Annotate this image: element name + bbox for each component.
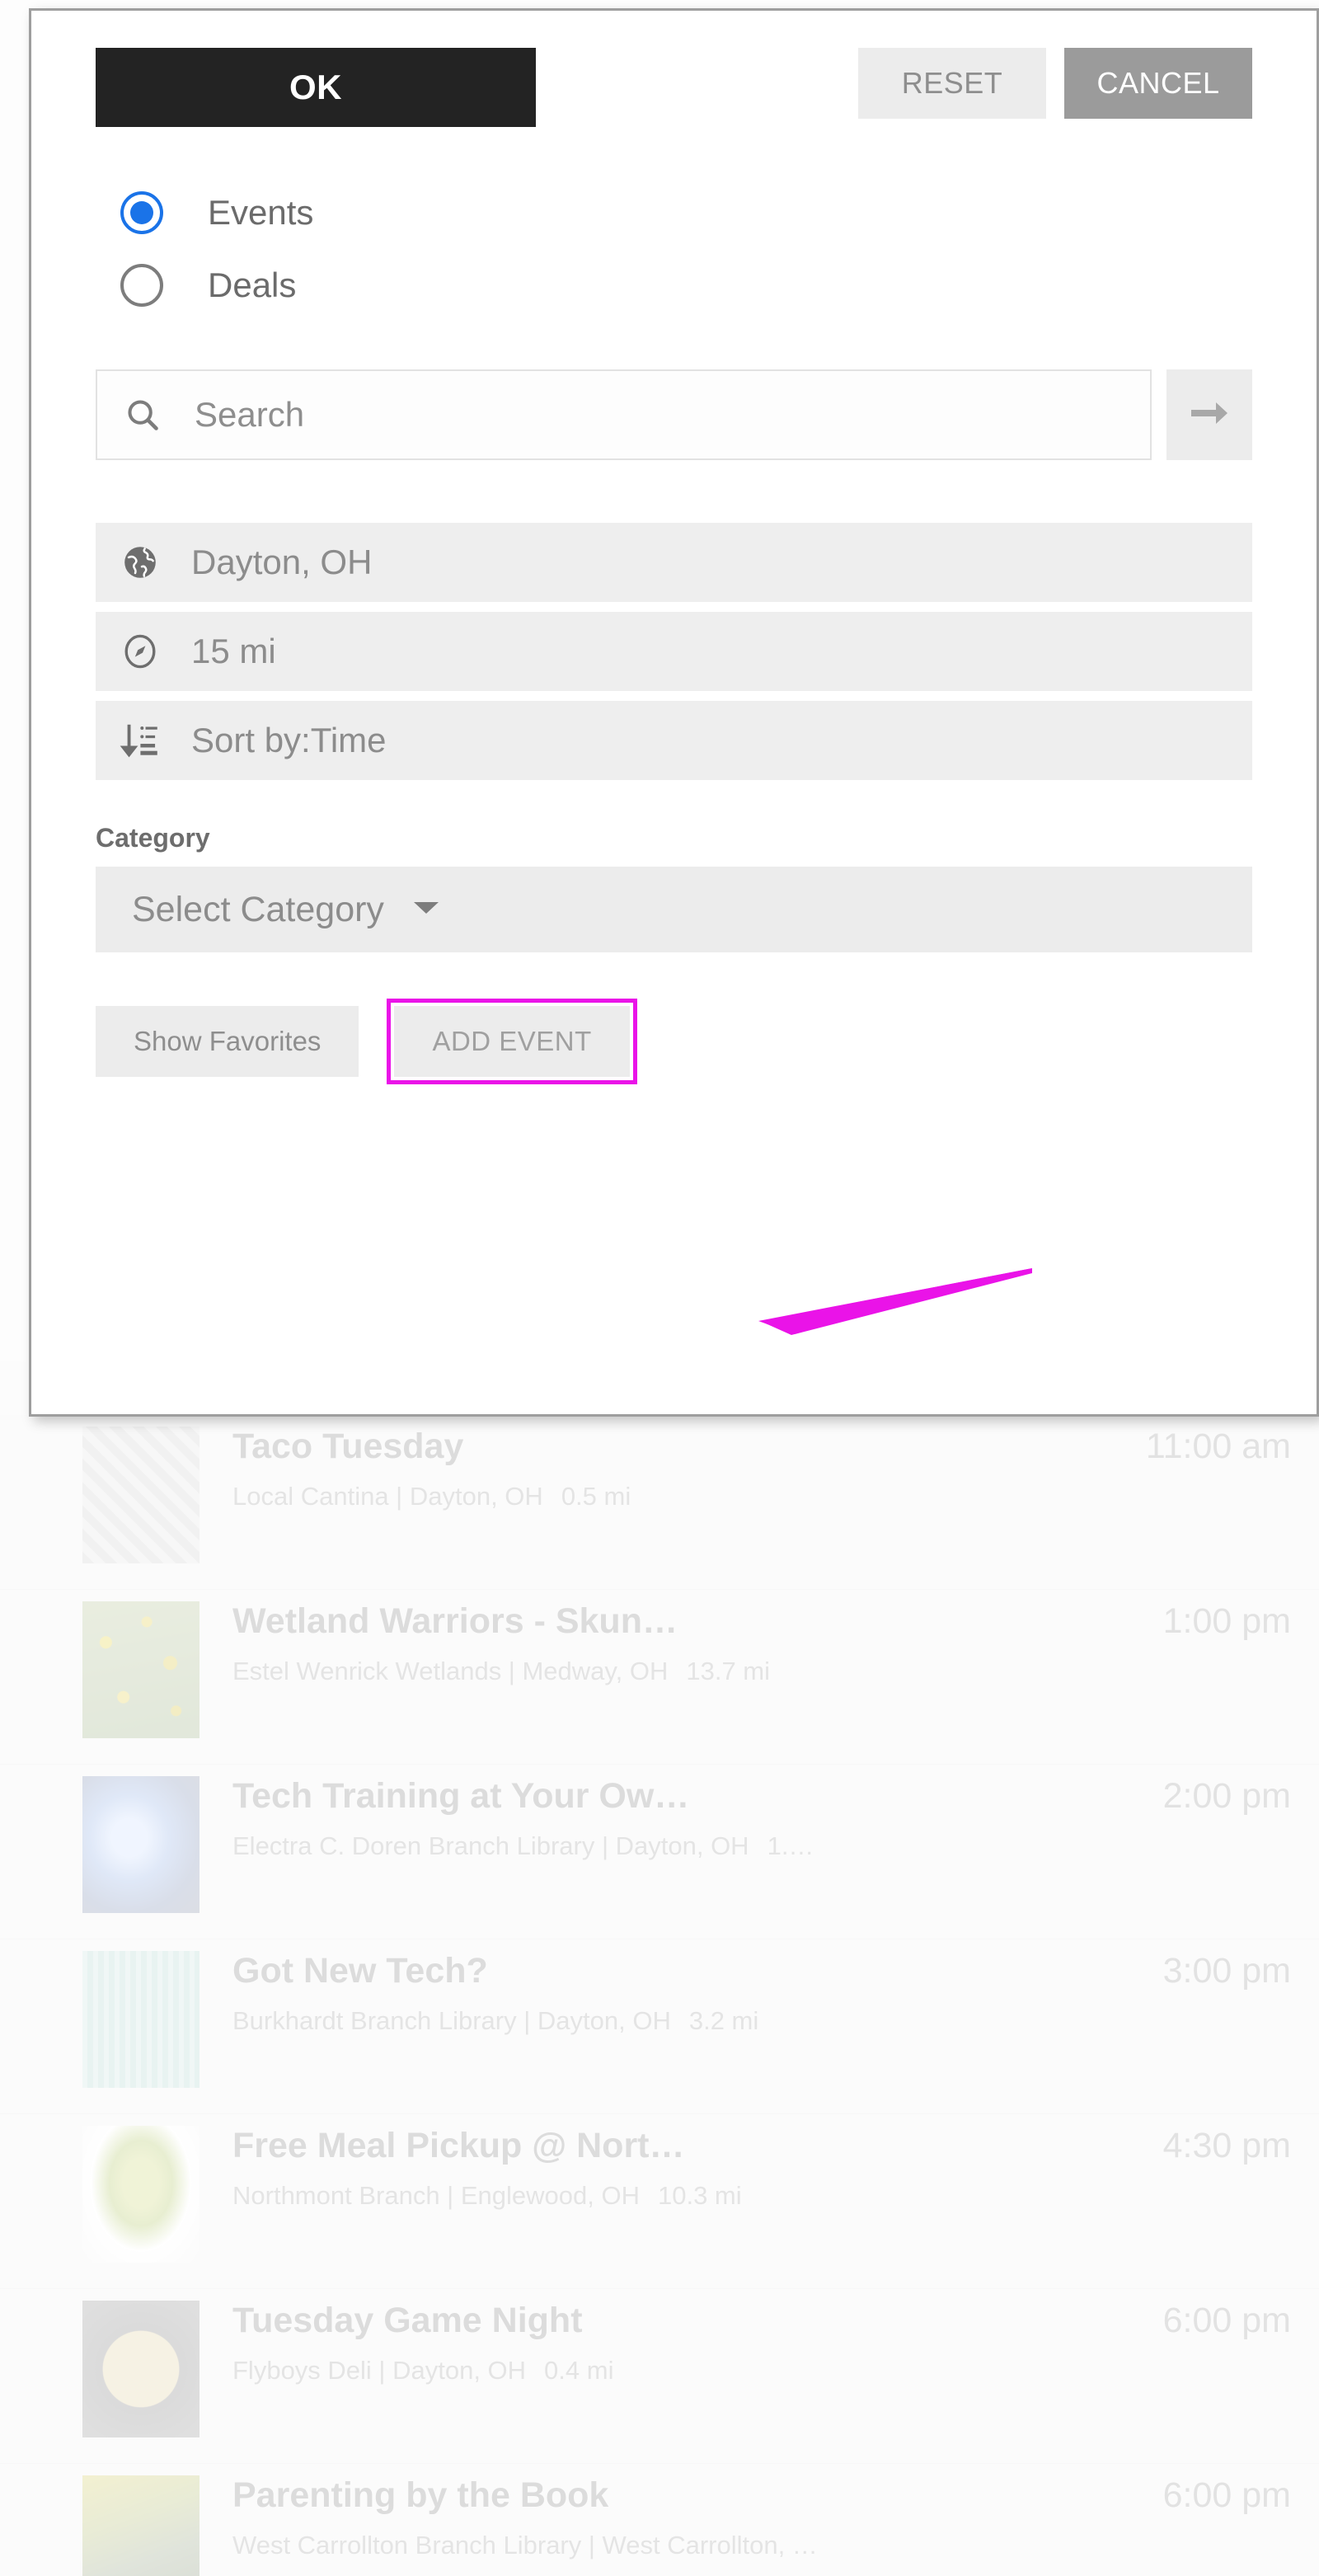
radio-option-deals[interactable]: Deals	[96, 249, 1252, 322]
event-distance: 0.4 mi	[544, 2356, 614, 2385]
radio-label-events: Events	[208, 193, 314, 232]
filter-location[interactable]: Dayton, OH	[96, 523, 1252, 602]
event-time: 2:00 pm	[1162, 1776, 1291, 1816]
dialog-footer: Show Favorites ADD EVENT	[96, 999, 1252, 1084]
category-section: Category Select Category	[96, 823, 1252, 952]
event-list-item[interactable]: Tuesday Game Night 6:00 pm Flyboys Deli | …	[0, 2289, 1319, 2464]
event-title-row: Taco Tuesday 11:00 am	[232, 1427, 1291, 1467]
filter-distance[interactable]: 15 mi	[96, 612, 1252, 691]
event-venue: Northmont Branch | Englewood, OH 10.3 mi	[232, 2181, 742, 2210]
event-title-row: Tech Training at Your Ow… 2:00 pm	[232, 1776, 1291, 1817]
globe-icon	[117, 539, 163, 585]
event-distance: 13.7 mi	[686, 1657, 771, 1685]
event-venue: Local Cantina | Dayton, OH 0.5 mi	[232, 1482, 631, 1511]
event-list-item[interactable]: Tech Training at Your Ow… 2:00 pm Electra …	[0, 1765, 1319, 1939]
radio-unselected-icon	[120, 264, 163, 307]
event-title: Taco Tuesday	[232, 1427, 464, 1466]
filter-dialog: OK RESET CANCEL Events Deals Search Dayt…	[29, 8, 1319, 1417]
dialog-header-actions: RESET CANCEL	[858, 48, 1252, 119]
radio-label-deals: Deals	[208, 266, 297, 304]
event-thumbnail	[82, 1601, 199, 1738]
event-venue: Estel Wenrick Wetlands | Medway, OH 13.7 …	[232, 1657, 771, 1685]
event-venue: West Carrollton Branch Library | West Ca…	[232, 2531, 818, 2560]
event-time: 6:00 pm	[1162, 2475, 1291, 2515]
event-thumbnail	[82, 1427, 199, 1563]
event-list-item[interactable]: Parenting by the Book 6:00 pm West Carroll…	[0, 2464, 1319, 2576]
event-distance: 10.3 mi	[657, 2181, 742, 2210]
event-distance: 0.5 mi	[561, 1482, 631, 1511]
event-time: 6:00 pm	[1162, 2301, 1291, 2340]
event-venue: Burkhardt Branch Library | Dayton, OH 3.2…	[232, 2006, 759, 2035]
search-icon	[124, 396, 162, 434]
compass-icon	[117, 628, 163, 675]
event-title: Wetland Warriors - Skun…	[232, 1601, 678, 1641]
event-thumbnail	[82, 1951, 199, 2088]
radio-selected-icon	[120, 191, 163, 234]
event-title-row: Got New Tech? 3:00 pm	[232, 1951, 1291, 1991]
filter-location-value: Dayton, OH	[191, 543, 373, 581]
event-title: Free Meal Pickup @ Nort…	[232, 2126, 685, 2165]
event-title: Parenting by the Book	[232, 2475, 609, 2515]
category-selected-value: Select Category	[132, 889, 384, 929]
event-list-item[interactable]: Free Meal Pickup @ Nort… 4:30 pm Northmont…	[0, 2114, 1319, 2289]
event-details: Got New Tech? 3:00 pm Burkhardt Branch Lib…	[232, 1951, 1291, 2036]
show-favorites-button[interactable]: Show Favorites	[96, 1006, 359, 1077]
event-title: Tuesday Game Night	[232, 2301, 583, 2340]
category-select[interactable]: Select Category	[96, 867, 1252, 952]
event-distance: 3.2 mi	[688, 2006, 759, 2035]
filter-distance-value: 15 mi	[191, 632, 276, 670]
event-details: Free Meal Pickup @ Nort… 4:30 pm Northmont…	[232, 2126, 1291, 2211]
radio-option-events[interactable]: Events	[96, 176, 1252, 249]
event-title: Got New Tech?	[232, 1951, 488, 1991]
event-venue: Electra C. Doren Branch Library | Dayton…	[232, 1831, 814, 1860]
event-time: 4:30 pm	[1162, 2126, 1291, 2165]
reset-button[interactable]: RESET	[858, 48, 1046, 119]
add-event-highlight: ADD EVENT	[387, 999, 637, 1084]
dialog-header: OK RESET CANCEL	[96, 11, 1252, 127]
event-thumbnail	[82, 2126, 199, 2263]
search-submit-button[interactable]	[1166, 369, 1252, 460]
event-thumbnail	[82, 1776, 199, 1913]
event-thumbnail	[82, 2475, 199, 2576]
add-event-button[interactable]: ADD EVENT	[394, 1006, 630, 1077]
app-screen: Taco Tuesday 11:00 am Local Cantina | Dayt…	[0, 0, 1319, 2576]
search-row	[96, 369, 1252, 460]
event-title-row: Tuesday Game Night 6:00 pm	[232, 2301, 1291, 2341]
cancel-button[interactable]: CANCEL	[1064, 48, 1252, 119]
event-venue: Flyboys Deli | Dayton, OH 0.4 mi	[232, 2356, 614, 2385]
event-time: 11:00 am	[1145, 1427, 1291, 1466]
event-list-item[interactable]: Got New Tech? 3:00 pm Burkhardt Branch Lib…	[0, 1939, 1319, 2114]
event-title-row: Free Meal Pickup @ Nort… 4:30 pm	[232, 2126, 1291, 2166]
event-title-row: Wetland Warriors - Skun… 1:00 pm	[232, 1601, 1291, 1642]
category-label: Category	[96, 823, 210, 853]
event-details: Taco Tuesday 11:00 am Local Cantina | Dayt…	[232, 1427, 1291, 1511]
event-title: Tech Training at Your Ow…	[232, 1776, 690, 1816]
event-time: 3:00 pm	[1162, 1951, 1291, 1991]
event-details: Tuesday Game Night 6:00 pm Flyboys Deli | …	[232, 2301, 1291, 2386]
sort-descending-icon	[117, 717, 163, 764]
event-title-row: Parenting by the Book 6:00 pm	[232, 2475, 1291, 2516]
content-type-radio-group: Events Deals	[96, 176, 1252, 322]
filter-sort-value: Sort by:Time	[191, 721, 387, 759]
event-details: Wetland Warriors - Skun… 1:00 pm Estel Wen…	[232, 1601, 1291, 1686]
ok-button[interactable]: OK	[96, 48, 536, 127]
arrow-right-icon	[1186, 397, 1232, 434]
event-list-item[interactable]: Wetland Warriors - Skun… 1:00 pm Estel Wen…	[0, 1590, 1319, 1765]
filter-rows: Dayton, OH 15 mi Sort by:Time	[96, 523, 1252, 780]
filter-sort[interactable]: Sort by:Time	[96, 701, 1252, 780]
event-details: Parenting by the Book 6:00 pm West Carroll…	[232, 2475, 1291, 2560]
event-time: 1:00 pm	[1162, 1601, 1291, 1641]
search-input[interactable]	[195, 395, 1150, 435]
chevron-down-icon	[412, 899, 440, 921]
search-field[interactable]	[96, 369, 1152, 460]
event-list-item[interactable]: Taco Tuesday 11:00 am Local Cantina | Dayt…	[0, 1415, 1319, 1590]
event-thumbnail	[82, 2301, 199, 2437]
event-distance: 1.…	[767, 1831, 814, 1860]
event-details: Tech Training at Your Ow… 2:00 pm Electra …	[232, 1776, 1291, 1861]
